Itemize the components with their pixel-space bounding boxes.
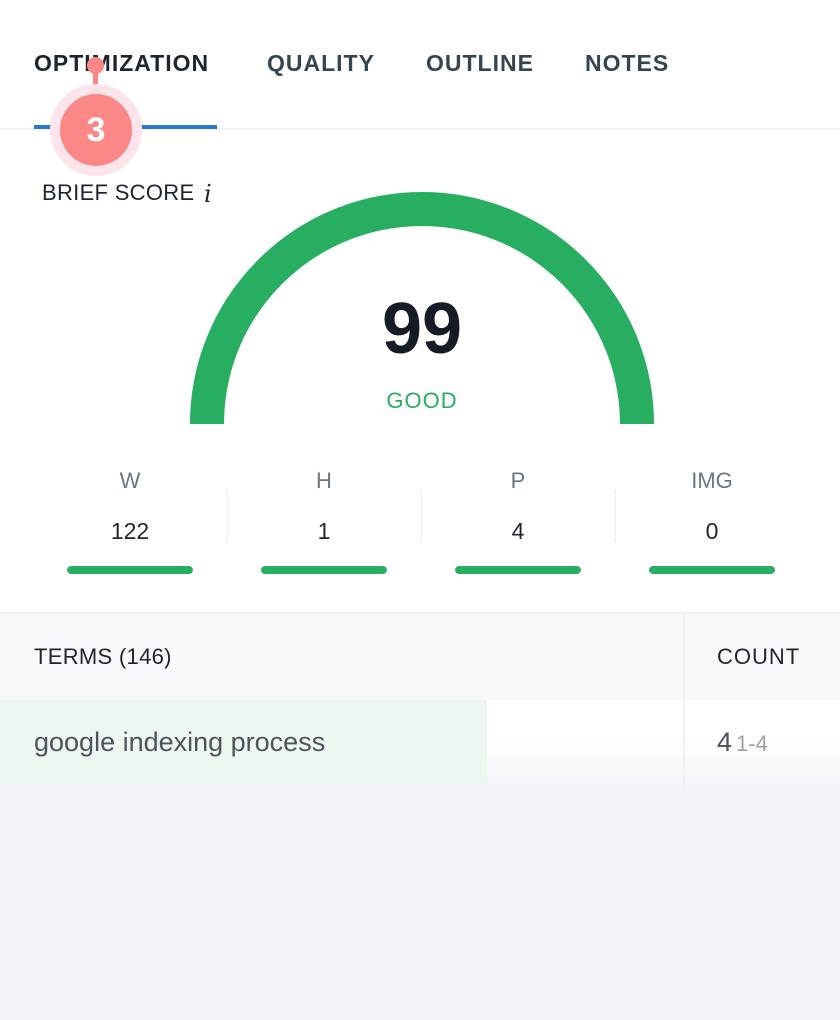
term-text: google indexing process [34,727,326,757]
metric-progress-fill [261,566,387,574]
metric-progress-fill [67,566,193,574]
terms-table-header: TERMS (146) COUNT [0,612,840,700]
metric-label: P [510,468,526,493]
metric-value: 0 [705,518,719,544]
score-value: 99 [381,289,463,369]
metric-images: IMG 0 [615,466,809,574]
metric-progress-fill [649,566,775,574]
metric-progress-bar [67,566,193,574]
metric-label: IMG [691,468,733,493]
term-count-range: 1-4 [736,731,768,756]
metric-words: W 122 [33,466,227,574]
metric-headings: H 1 [227,466,421,574]
score-gauge [190,192,654,425]
metric-progress-bar [649,566,775,574]
metric-value: 122 [110,518,150,544]
count-column-header[interactable]: COUNT [717,644,800,670]
terms-column-header[interactable]: TERMS (146) [34,644,172,670]
score-status: GOOD [386,388,458,413]
metric-progress-bar [261,566,387,574]
term-count-value: 4 [717,727,733,757]
metric-label: W [119,468,141,493]
metric-value: 1 [317,518,331,544]
table-row[interactable]: google indexing process 4 1-4 [0,700,840,786]
metric-progress-bar [455,566,581,574]
scroll-fade [0,786,840,826]
metric-paragraphs: P 4 [421,466,615,574]
column-divider [683,612,685,812]
metric-progress-fill [455,566,581,574]
term-count: 4 1-4 [717,727,768,758]
metric-value: 4 [511,518,525,544]
metric-label: H [316,468,332,493]
